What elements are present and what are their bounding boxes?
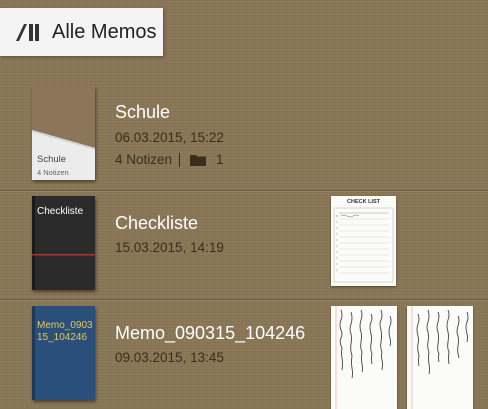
memo-date: 06.03.2015, 15:22 bbox=[115, 130, 224, 145]
memo-name: Schule bbox=[115, 102, 171, 122]
page-thumbnail[interactable] bbox=[407, 306, 473, 409]
page-thumbnail[interactable]: CHECK LIST bbox=[331, 196, 396, 286]
meta-separator bbox=[179, 152, 181, 167]
folder-icon bbox=[190, 154, 207, 166]
memo-name: Memo_090315_104246 bbox=[115, 323, 306, 343]
memo-row-checkliste[interactable]: Checkliste Checkliste 15.03.2015, 14:19 … bbox=[0, 191, 488, 299]
memo-date: 09.03.2015, 13:45 bbox=[115, 350, 224, 365]
page-thumbnail[interactable] bbox=[331, 306, 397, 409]
memo-cover-checkliste[interactable]: Checkliste bbox=[32, 196, 95, 290]
cover-title: Checkliste bbox=[37, 206, 84, 217]
memo-row-schule[interactable]: Schule 4 Notizen Schule 06.03.2015, 15:2… bbox=[0, 80, 488, 190]
memo-cover-memo-090315[interactable]: Memo_0903 15_104246 bbox=[32, 306, 95, 400]
folder-count: 1 bbox=[216, 152, 224, 167]
cover-title: Schule bbox=[37, 154, 67, 165]
memo-row-memo-090315[interactable]: Memo_0903 15_104246 Memo_090315_104246 0… bbox=[0, 300, 488, 409]
all-memos-button[interactable]: Alle Memos bbox=[0, 8, 163, 56]
cover-title-line1: Memo_0903 bbox=[37, 320, 93, 331]
memo-date: 15.03.2015, 14:19 bbox=[115, 240, 224, 255]
cover-title-line2: 15_104246 bbox=[37, 332, 88, 343]
notebooks-icon bbox=[16, 22, 42, 42]
page-title: Alle Memos bbox=[52, 21, 157, 43]
cover-subtitle: 4 Notizen bbox=[37, 168, 69, 177]
notes-count: 4 Notizen bbox=[115, 152, 173, 167]
memo-meta: 4 Notizen 1 bbox=[115, 152, 224, 167]
memo-name: Checkliste bbox=[115, 213, 199, 233]
memo-cover-schule[interactable]: Schule 4 Notizen bbox=[32, 86, 95, 180]
